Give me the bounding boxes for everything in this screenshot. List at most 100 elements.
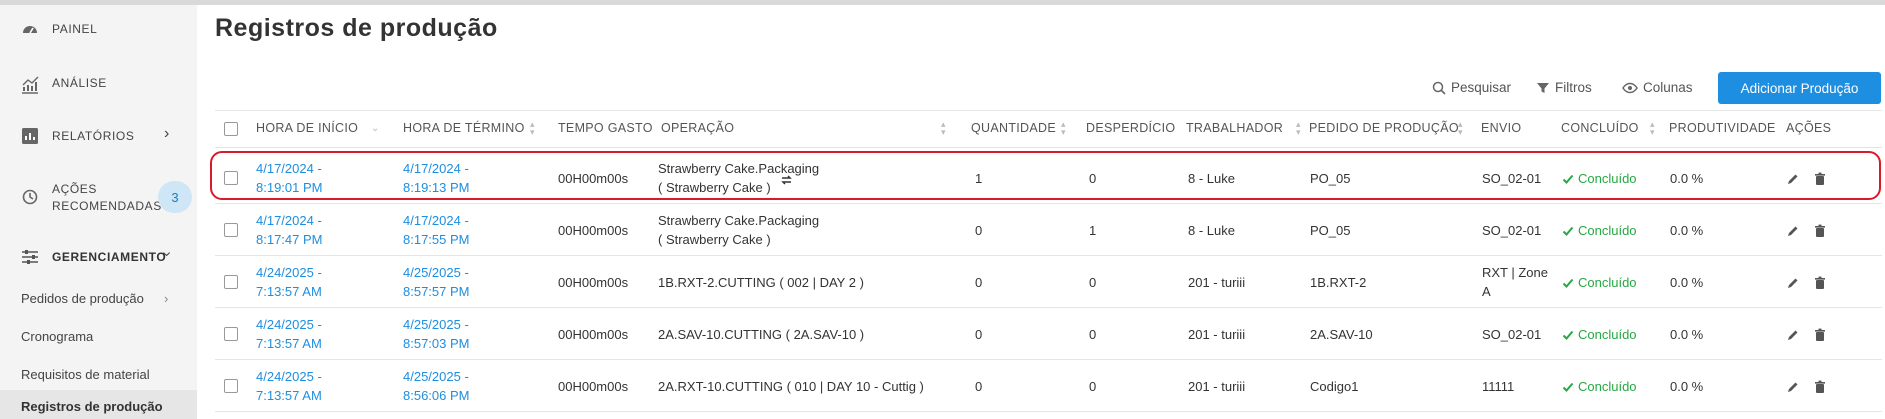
- start-date[interactable]: 4/17/2024 -: [256, 212, 322, 229]
- status-completed: Concluído: [1562, 326, 1637, 343]
- end-date[interactable]: 4/17/2024 -: [403, 212, 469, 229]
- quantity: 0: [975, 275, 983, 290]
- operation-line1: Strawberry Cake.Packaging: [658, 213, 820, 228]
- columns-button[interactable]: Colunas: [1622, 80, 1693, 95]
- start-time[interactable]: 8:17:47 PM: [256, 231, 323, 248]
- edit-pencil-icon[interactable]: [1786, 276, 1800, 290]
- col-pedido-de-producao[interactable]: PEDIDO DE PRODUÇÃO: [1309, 121, 1459, 135]
- start-date[interactable]: 4/24/2025 -: [256, 368, 322, 385]
- sort-icon[interactable]: ▴ ▾: [1061, 120, 1066, 137]
- col-hora-termino[interactable]: HORA DE TÉRMINO: [403, 121, 525, 135]
- select-all-checkbox[interactable]: [224, 122, 238, 136]
- shipment-line2: A: [1482, 284, 1491, 299]
- nav-painel[interactable]: PAINEL: [0, 17, 197, 41]
- nav-analise[interactable]: ANÁLISE: [0, 71, 197, 95]
- delete-trash-icon[interactable]: [1813, 380, 1827, 394]
- col-produtividade: PRODUTIVIDADE: [1669, 121, 1776, 135]
- checkmark-icon: [1562, 226, 1574, 236]
- end-date[interactable]: 4/25/2025 -: [403, 316, 469, 333]
- status-completed: Concluído: [1562, 274, 1637, 291]
- col-envio: ENVIO: [1481, 121, 1522, 135]
- sort-icon[interactable]: ▴ ▾: [941, 120, 946, 137]
- history-icon: [22, 189, 38, 205]
- productivity: 0.0 %: [1670, 327, 1704, 342]
- sort-icon[interactable]: ▴ ▾: [1650, 120, 1655, 137]
- sort-icon[interactable]: ▴ ▾: [1296, 120, 1301, 137]
- edit-pencil-icon[interactable]: [1786, 328, 1800, 342]
- end-date[interactable]: 4/25/2025 -: [403, 264, 469, 281]
- start-time[interactable]: 7:13:57 AM: [256, 283, 322, 300]
- status-label: Concluído: [1578, 223, 1637, 238]
- nav-label-relatorios: RELATÓRIOS: [52, 128, 135, 143]
- search-icon: [1432, 81, 1446, 95]
- operation-line1: 2A.SAV-10.CUTTING ( 2A.SAV-10 ): [658, 327, 865, 342]
- search-button[interactable]: Pesquisar: [1432, 80, 1511, 95]
- chevron-right-small-icon: ›: [164, 291, 169, 306]
- start-date[interactable]: 4/24/2025 -: [256, 264, 322, 281]
- add-production-button[interactable]: Adicionar Produção: [1718, 72, 1881, 104]
- end-time[interactable]: 8:56:06 PM: [403, 387, 470, 404]
- nav-gerenciamento[interactable]: GERENCIAMENTO ›: [0, 245, 197, 269]
- col-trabalhador[interactable]: TRABALHADOR: [1186, 121, 1283, 135]
- edit-pencil-icon[interactable]: [1786, 224, 1800, 238]
- time-spent: 00H00m00s: [558, 379, 629, 394]
- worker: 201 - turiii: [1188, 379, 1246, 394]
- edit-pencil-icon[interactable]: [1786, 380, 1800, 394]
- checkmark-icon: [1562, 278, 1574, 288]
- row-checkbox[interactable]: [224, 275, 238, 289]
- nav-label-gerenciamento: GERENCIAMENTO: [52, 249, 167, 264]
- row-checkbox[interactable]: [224, 379, 238, 393]
- delete-trash-icon[interactable]: [1813, 328, 1827, 342]
- start-time[interactable]: 7:13:57 AM: [256, 387, 322, 404]
- top-strip: [0, 0, 1885, 5]
- delete-trash-icon[interactable]: [1813, 276, 1827, 290]
- nav-label-acoes-line1: AÇÕES: [52, 182, 98, 196]
- col-hora-inicio[interactable]: HORA DE INÍCIO: [256, 121, 358, 135]
- col-concluido[interactable]: CONCLUÍDO: [1561, 121, 1639, 135]
- production-order: PO_05: [1310, 223, 1351, 238]
- waste: 0: [1089, 327, 1097, 342]
- chevron-down-icon: ›: [158, 251, 176, 257]
- sort-desc-icon[interactable]: ⌄: [371, 124, 379, 134]
- productivity: 0.0 %: [1670, 379, 1704, 394]
- row-checkbox[interactable]: [224, 223, 238, 237]
- dashboard-gauge-icon: [23, 26, 37, 34]
- productivity: 0.0 %: [1670, 275, 1704, 290]
- nav-acoes-recomendadas[interactable]: AÇÕES RECOMENDADAS 3: [0, 177, 197, 217]
- col-operacao[interactable]: OPERAÇÃO: [661, 121, 734, 135]
- nav-label-analise: ANÁLISE: [52, 75, 107, 90]
- filters-button[interactable]: Filtros: [1536, 80, 1592, 95]
- operation-line2: ( Strawberry Cake ): [658, 232, 771, 247]
- time-spent: 00H00m00s: [558, 275, 629, 290]
- columns-label: Colunas: [1643, 80, 1693, 95]
- nav-relatorios[interactable]: RELATÓRIOS ›: [0, 124, 197, 148]
- status-label: Concluído: [1578, 379, 1637, 394]
- status-completed: Concluído: [1562, 378, 1637, 395]
- sort-icon[interactable]: ▴ ▾: [1458, 120, 1463, 137]
- col-tempo-gasto: TEMPO GASTO: [558, 121, 653, 135]
- col-desperdicio: DESPERDÍCIO: [1086, 121, 1176, 135]
- shipment-line1: SO_02-01: [1482, 223, 1542, 238]
- sub-pedidos-de-producao[interactable]: Pedidos de produção: [21, 291, 144, 306]
- checkmark-icon: [1562, 330, 1574, 340]
- end-time[interactable]: 8:57:57 PM: [403, 283, 470, 300]
- col-acoes: AÇÕES: [1786, 121, 1832, 135]
- end-date[interactable]: 4/25/2025 -: [403, 368, 469, 385]
- search-label: Pesquisar: [1451, 80, 1512, 95]
- quantity: 0: [975, 379, 983, 394]
- sub-registros-de-producao[interactable]: Registros de produção: [21, 399, 163, 414]
- start-date[interactable]: 4/24/2025 -: [256, 316, 322, 333]
- end-time[interactable]: 8:17:55 PM: [403, 231, 470, 248]
- sub-requisitos-de-material[interactable]: Requisitos de material: [21, 367, 150, 382]
- delete-trash-icon[interactable]: [1813, 224, 1827, 238]
- col-quantidade[interactable]: QUANTIDADE: [971, 121, 1056, 135]
- sort-icon[interactable]: ▴ ▾: [530, 120, 535, 137]
- operation-line1: 1B.RXT-2.CUTTING ( 002 | DAY 2 ): [658, 275, 864, 290]
- status-label: Concluído: [1578, 327, 1637, 342]
- end-time[interactable]: 8:57:03 PM: [403, 335, 470, 352]
- start-time[interactable]: 7:13:57 AM: [256, 335, 322, 352]
- operation-line1: 2A.RXT-10.CUTTING ( 010 | DAY 10 - Cutti…: [658, 379, 924, 394]
- page-title: Registros de produção: [215, 14, 498, 42]
- row-checkbox[interactable]: [224, 327, 238, 341]
- sub-cronograma[interactable]: Cronograma: [21, 329, 93, 344]
